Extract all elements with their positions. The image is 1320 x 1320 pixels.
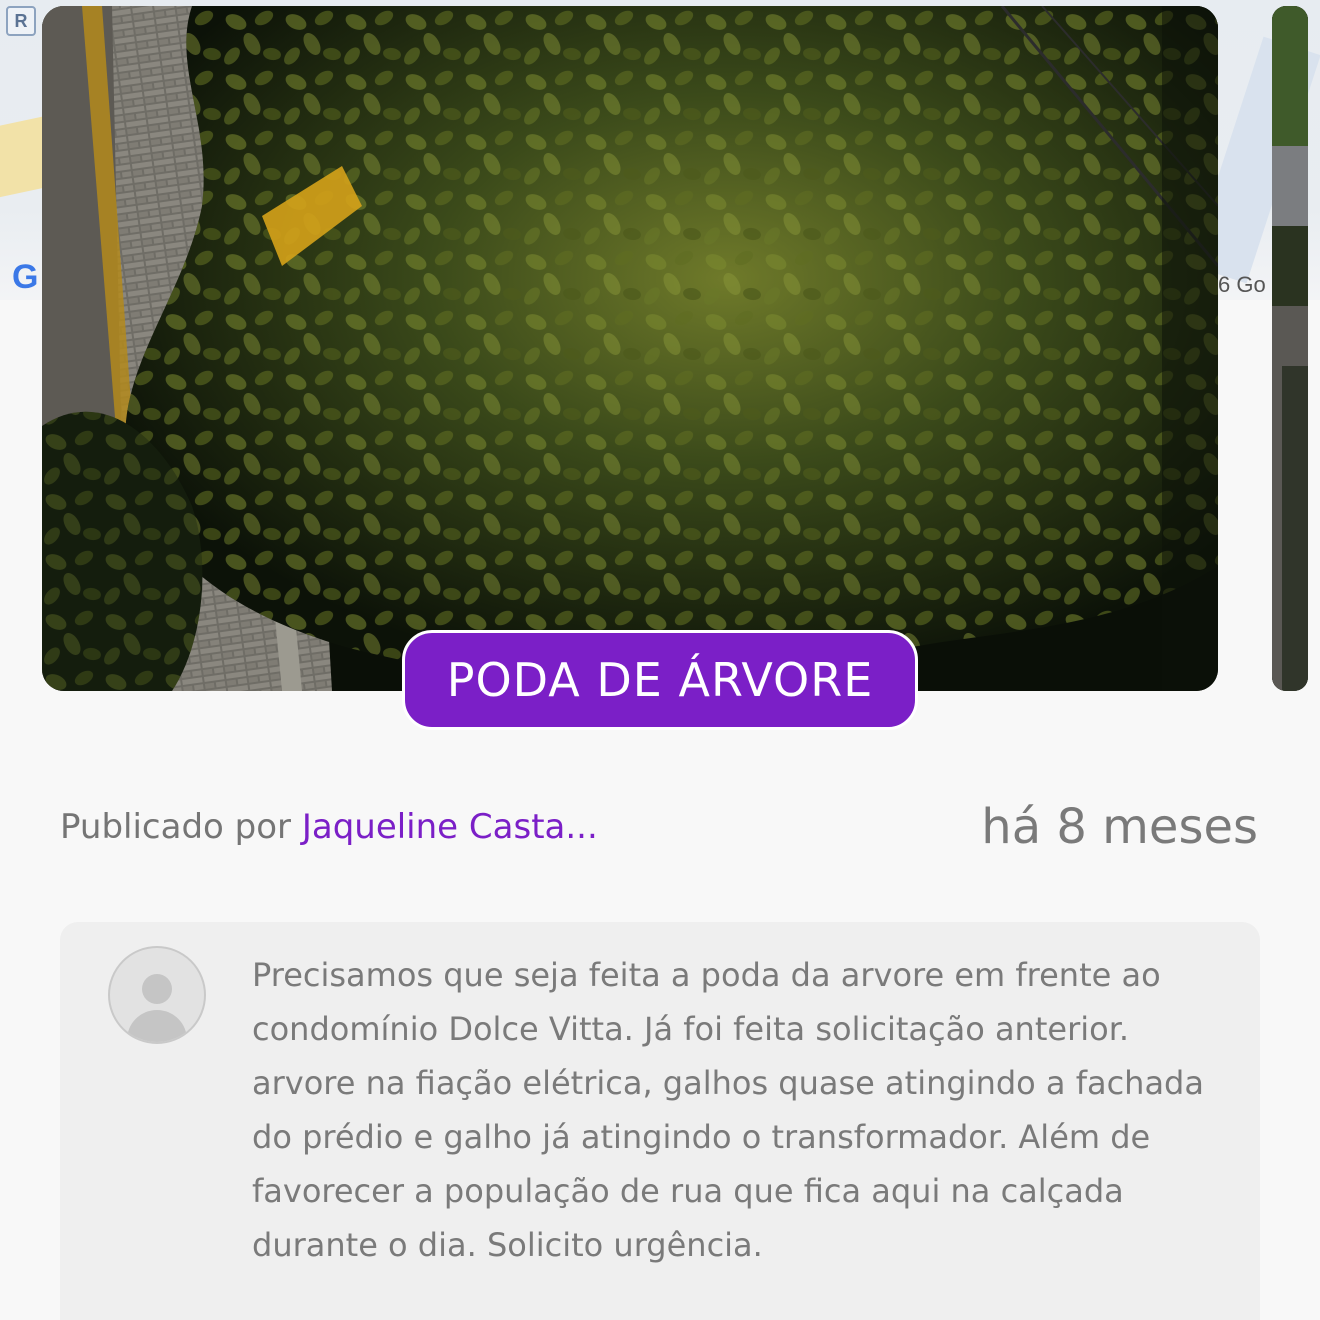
post-description-card: Precisamos que seja feita a poda da arvo… [60,922,1260,1320]
tree-photo-image [42,6,1218,691]
category-badge: PODA DE ÁRVORE [402,630,918,730]
next-photo-preview[interactable] [1272,6,1308,691]
avatar-head-shape [142,974,172,1004]
post-meta: Publicado por Jaqueline Casta... há 8 me… [60,795,1260,865]
avatar-body-shape [127,1010,187,1042]
default-user-avatar-icon [108,946,206,1044]
post-photo[interactable] [42,6,1218,691]
published-by-label: Publicado por Jaqueline Casta... [60,807,598,847]
google-logo-icon: G [12,258,39,296]
author-link[interactable]: Jaqueline Casta... [302,807,598,847]
post-time-ago: há 8 meses [981,799,1258,855]
post-description-text: Precisamos que seja feita a poda da arvo… [252,956,1204,1264]
next-photo-image [1272,6,1308,691]
post-detail-screen: R G 6 Go e PODA DE ÁRVORE Publicado por … [0,0,1320,1320]
published-prefix: Publicado por [60,807,302,847]
map-route-badge: R [6,6,36,36]
